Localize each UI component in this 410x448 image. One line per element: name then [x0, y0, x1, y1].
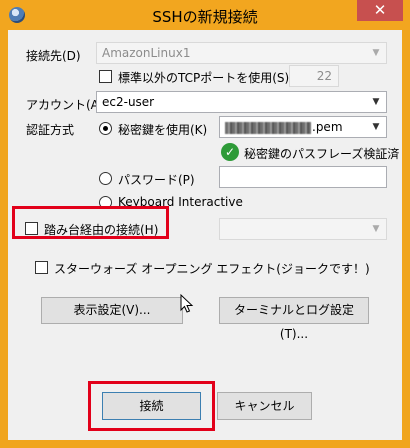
key-file-suffix: .pem	[312, 120, 343, 134]
close-icon: ✕	[373, 1, 387, 19]
host-combobox[interactable]: AmazonLinux1 ▼	[96, 42, 387, 64]
bastion-combobox[interactable]: ▼	[219, 218, 387, 240]
chevron-down-icon: ▼	[372, 48, 380, 58]
checkmark-icon: ✓	[221, 143, 239, 161]
highlight-box-bastion	[12, 206, 169, 239]
auth-key-label: 秘密鍵を使用(K)	[118, 123, 208, 137]
auth-password-radio[interactable]	[99, 172, 112, 185]
close-button[interactable]: ✕	[357, 0, 403, 21]
dialog-body: 接続先(D) AmazonLinux1 ▼ 標準以外のTCPポートを使用(S) …	[8, 30, 402, 440]
highlight-box-connect	[88, 381, 215, 431]
auth-key-radio[interactable]	[99, 122, 112, 135]
starwars-label: スターウォーズ オープニング エフェクト(ジョークです！)	[54, 262, 370, 276]
dialog-title: SSHの新規接続	[152, 8, 258, 26]
chevron-down-icon: ▼	[372, 122, 380, 132]
passphrase-status: 秘密鍵のパスフレーズ検証済	[244, 147, 400, 161]
mouse-cursor-icon	[180, 293, 194, 313]
terminal-log-settings-button[interactable]: ターミナルとログ設定(T)...	[219, 297, 369, 341]
host-label: 接続先(D)	[26, 49, 81, 63]
nonstandard-port-label: 標準以外のTCPポートを使用(S)	[118, 71, 290, 85]
key-file-combobox[interactable]: .pem ▼	[219, 116, 387, 138]
ssh-new-connection-dialog: SSHの新規接続 ✕ 接続先(D) AmazonLinux1 ▼ 標準以外のTC…	[0, 0, 410, 448]
display-settings-button[interactable]: 表示設定(V)...	[41, 297, 183, 324]
auth-password-label: パスワード(P)	[118, 173, 195, 187]
starwars-checkbox[interactable]	[35, 261, 48, 274]
chevron-down-icon: ▼	[372, 97, 380, 107]
host-value: AmazonLinux1	[102, 46, 191, 60]
account-combobox[interactable]: ec2-user ▼	[96, 91, 387, 113]
password-input[interactable]	[219, 166, 387, 188]
nonstandard-port-checkbox[interactable]	[99, 70, 112, 83]
account-label: アカウント(A)	[26, 98, 104, 112]
redacted-key-filename	[225, 121, 311, 134]
chevron-down-icon: ▼	[372, 224, 380, 234]
title-bar[interactable]: SSHの新規接続 ✕	[0, 0, 410, 30]
account-value: ec2-user	[102, 95, 155, 109]
auth-method-label: 認証方式	[26, 123, 75, 137]
port-input[interactable]: 22	[289, 65, 339, 87]
cancel-button[interactable]: キャンセル	[217, 392, 312, 420]
